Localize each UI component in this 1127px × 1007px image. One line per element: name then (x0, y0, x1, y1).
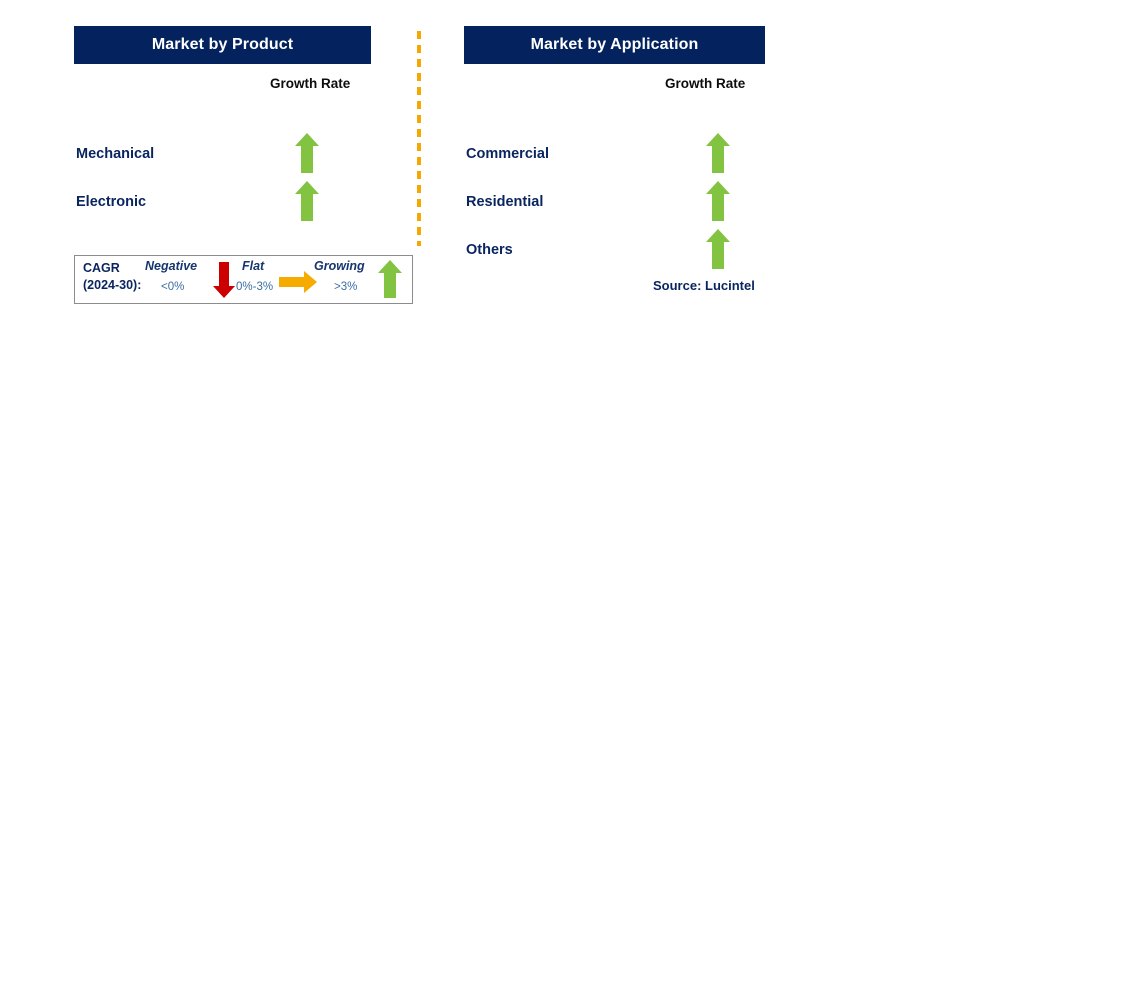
legend-title-negative: Negative (145, 259, 198, 273)
column-header-growth-rate: Growth Rate (270, 76, 351, 91)
column-header-growth-rate: Growth Rate (665, 76, 746, 91)
panel-market-by-application: Market by Application Growth Rate Commer… (464, 26, 765, 280)
segment-label-residential: Residential (466, 194, 544, 210)
arrow-up-icon (294, 132, 320, 174)
source-note: Source: Lucintel (653, 278, 755, 293)
panel-market-by-product: Market by Product Growth Rate Mechanical… (74, 26, 371, 232)
table-row: Mechanical (74, 133, 371, 184)
arrow-down-icon (212, 261, 236, 299)
legend-value-growing: >3% (334, 281, 358, 293)
table-row: Residential (464, 181, 765, 232)
legend-title-growing: Growing (314, 259, 365, 273)
table-row: Commercial (464, 133, 765, 184)
segment-label-electronic: Electronic (76, 194, 147, 210)
cagr-legend: CAGR (2024-30): Negative <0% Flat 0%-3% … (74, 255, 413, 304)
legend-cagr-label-line1: CAGR (83, 261, 120, 275)
table-row: Others (464, 229, 765, 280)
segment-rows-product: Mechanical Electronic (74, 133, 371, 232)
panel-title-market-by-product: Market by Product (74, 26, 371, 64)
segment-rows-application: Commercial Residential Others (464, 133, 765, 280)
arrow-right-icon (278, 270, 318, 294)
legend-value-flat: 0%-3% (236, 281, 274, 293)
legend-value-negative: <0% (161, 281, 185, 293)
legend-title-flat: Flat (242, 259, 265, 273)
arrow-up-icon (377, 259, 403, 299)
table-row: Electronic (74, 181, 371, 232)
segment-label-commercial: Commercial (466, 146, 550, 162)
arrow-up-icon (294, 180, 320, 222)
vertical-dashed-divider-icon (417, 31, 421, 246)
panel-title-market-by-application: Market by Application (464, 26, 765, 64)
arrow-up-icon (705, 180, 731, 222)
segment-label-others: Others (466, 242, 513, 258)
legend-cagr-label-line2: (2024-30): (83, 278, 142, 292)
segment-label-mechanical: Mechanical (76, 146, 155, 162)
arrow-up-icon (705, 132, 731, 174)
arrow-up-icon (705, 228, 731, 270)
